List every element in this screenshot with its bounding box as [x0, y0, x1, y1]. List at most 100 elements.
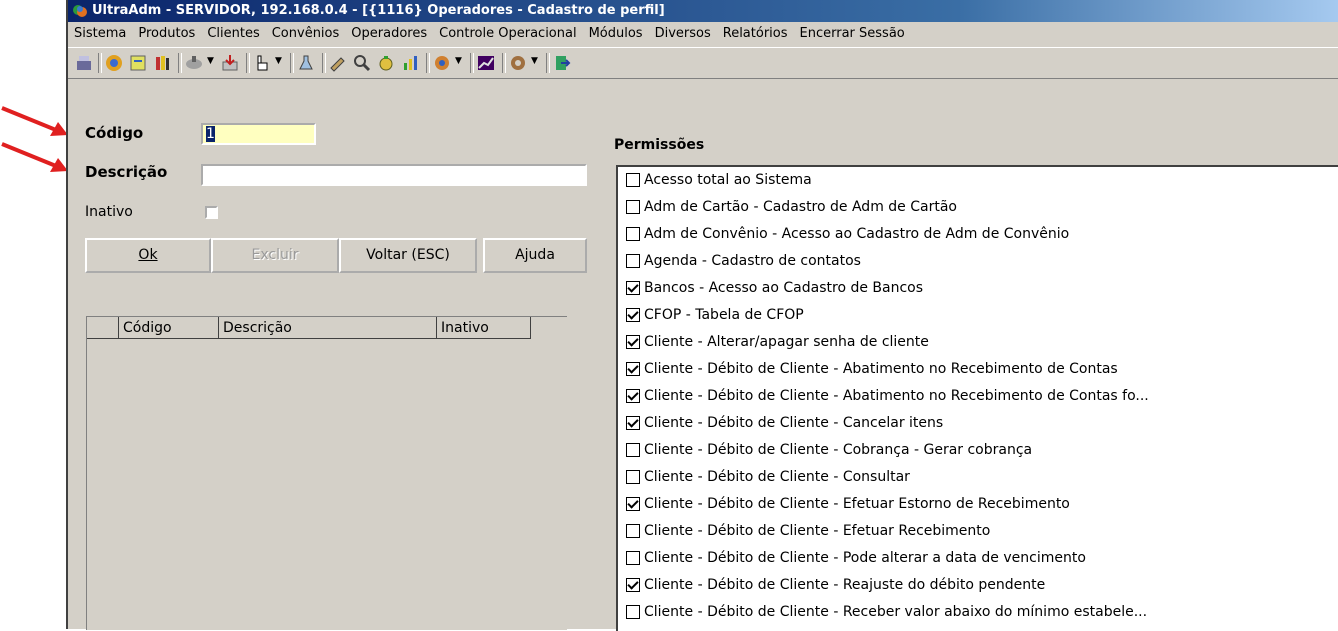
grid-header-inativo[interactable]: Inativo: [437, 317, 531, 339]
globe-icon[interactable]: [104, 53, 124, 73]
permission-checkbox[interactable]: [626, 227, 640, 241]
permission-label: Cliente - Débito de Cliente - Abatimento…: [644, 361, 1118, 377]
permission-item[interactable]: Acesso total ao Sistema: [618, 167, 1338, 194]
window-title: UltraAdm - SERVIDOR, 192.168.0.4 - [{111…: [92, 3, 665, 18]
ajuda-button[interactable]: Ajuda: [483, 238, 587, 273]
descricao-label: Descrição: [85, 163, 168, 181]
permission-label: Cliente - Débito de Cliente - Efetuar Es…: [644, 496, 1070, 512]
permission-label: Cliente - Débito de Cliente - Consultar: [644, 469, 910, 485]
permission-checkbox[interactable]: [626, 308, 640, 322]
tools-icon[interactable]: [432, 53, 452, 73]
menu-produtos[interactable]: Produtos: [132, 22, 201, 46]
app-window: UltraAdm - SERVIDOR, 192.168.0.4 - [{111…: [66, 0, 1338, 631]
menu-sistema[interactable]: Sistema: [68, 22, 132, 46]
permission-item[interactable]: Adm de Cartão - Cadastro de Adm de Cartã…: [618, 194, 1338, 221]
menu-modulos[interactable]: Módulos: [583, 22, 649, 46]
permission-item[interactable]: Cliente - Débito de Cliente - Efetuar Es…: [618, 491, 1338, 518]
excluir-button[interactable]: Excluir: [211, 238, 339, 273]
permission-item[interactable]: Cliente - Débito de Cliente - Cancelar i…: [618, 410, 1338, 437]
pencil-icon[interactable]: [328, 53, 348, 73]
permission-label: Cliente - Débito de Cliente - Cobrança -…: [644, 442, 1033, 458]
permission-label: Cliente - Débito de Cliente - Efetuar Re…: [644, 523, 991, 539]
permission-label: Cliente - Alterar/apagar senha de client…: [644, 334, 929, 350]
permission-item[interactable]: CFOP - Tabela de CFOP: [618, 302, 1338, 329]
permission-checkbox[interactable]: [626, 470, 640, 484]
hand-pointer-icon[interactable]: [252, 53, 272, 73]
permission-checkbox[interactable]: [626, 443, 640, 457]
menu-diversos[interactable]: Diversos: [649, 22, 717, 46]
menu-bar: Sistema Produtos Clientes Convênios Operador…: [68, 22, 1338, 46]
toolbar: ▼ ▼ ▼ ▼: [68, 47, 1338, 79]
codigo-field[interactable]: 1: [201, 123, 316, 145]
grid-header-codigo[interactable]: Código: [119, 317, 219, 339]
voltar-button[interactable]: Voltar (ESC): [339, 238, 477, 273]
download-box-icon[interactable]: [220, 53, 240, 73]
permission-item[interactable]: Cliente - Débito de Cliente - Efetuar Re…: [618, 518, 1338, 545]
permission-checkbox[interactable]: [626, 389, 640, 403]
exit-icon[interactable]: [552, 53, 572, 73]
flask-icon[interactable]: [296, 53, 316, 73]
permission-item[interactable]: Cliente - Débito de Cliente - Abatimento…: [618, 356, 1338, 383]
title-bar[interactable]: UltraAdm - SERVIDOR, 192.168.0.4 - [{111…: [68, 0, 1338, 22]
permission-label: Adm de Convênio - Acesso ao Cadastro de …: [644, 226, 1070, 242]
chevron-down-icon[interactable]: ▼: [207, 56, 214, 66]
permission-checkbox[interactable]: [626, 578, 640, 592]
permission-item[interactable]: Cliente - Débito de Cliente - Cobrança -…: [618, 437, 1338, 464]
permission-item[interactable]: Adm de Convênio - Acesso ao Cadastro de …: [618, 221, 1338, 248]
menu-clientes[interactable]: Clientes: [201, 22, 265, 46]
codigo-value: 1: [206, 126, 215, 142]
permission-checkbox[interactable]: [626, 281, 640, 295]
permission-label: Agenda - Cadastro de contatos: [644, 253, 861, 269]
menu-encerrar-sessao[interactable]: Encerrar Sessão: [794, 22, 911, 46]
permission-checkbox[interactable]: [626, 254, 640, 268]
permission-checkbox[interactable]: [626, 524, 640, 538]
menu-controle-operacional[interactable]: Controle Operacional: [433, 22, 582, 46]
permission-item[interactable]: Cliente - Alterar/apagar senha de client…: [618, 329, 1338, 356]
permission-item[interactable]: Cliente - Débito de Cliente - Consultar: [618, 464, 1338, 491]
inativo-label: Inativo: [85, 204, 133, 220]
permission-checkbox[interactable]: [626, 362, 640, 376]
inativo-checkbox[interactable]: [205, 206, 218, 219]
search-icon[interactable]: [352, 53, 372, 73]
money-bag-icon[interactable]: [376, 53, 396, 73]
permission-checkbox[interactable]: [626, 200, 640, 214]
chevron-down-icon[interactable]: ▼: [531, 56, 538, 66]
permission-label: Cliente - Débito de Cliente - Receber va…: [644, 604, 1148, 620]
settings-icon[interactable]: [508, 53, 528, 73]
menu-operadores[interactable]: Operadores: [345, 22, 433, 46]
permission-checkbox[interactable]: [626, 173, 640, 187]
permission-label: Acesso total ao Sistema: [644, 172, 812, 188]
permission-item[interactable]: Agenda - Cadastro de contatos: [618, 248, 1338, 275]
permission-checkbox[interactable]: [626, 416, 640, 430]
permission-item[interactable]: Bancos - Acesso ao Cadastro de Bancos: [618, 275, 1338, 302]
permission-label: Cliente - Débito de Cliente - Reajuste d…: [644, 577, 1046, 593]
menu-relatorios[interactable]: Relatórios: [717, 22, 794, 46]
chart-icon[interactable]: [400, 53, 420, 73]
permission-item[interactable]: Cliente - Débito de Cliente - Reajuste d…: [618, 572, 1338, 599]
cash-register-icon[interactable]: [74, 53, 94, 73]
permission-checkbox[interactable]: [626, 497, 640, 511]
annotation-arrow-descricao: [1, 142, 68, 172]
perfil-grid[interactable]: Código Descrição Inativo: [86, 316, 567, 630]
permission-item[interactable]: Cliente - Débito de Cliente - Receber va…: [618, 599, 1338, 626]
permission-checkbox[interactable]: [626, 335, 640, 349]
permission-label: Adm de Cartão - Cadastro de Adm de Cartã…: [644, 199, 957, 215]
grid-indicator-header: [87, 317, 119, 339]
descricao-field[interactable]: [201, 164, 587, 186]
permission-label: Bancos - Acesso ao Cadastro de Bancos: [644, 280, 924, 296]
chevron-down-icon[interactable]: ▼: [275, 56, 282, 66]
pen-tool-icon[interactable]: [184, 53, 204, 73]
ok-button[interactable]: Ok: [85, 238, 211, 273]
document-list-icon[interactable]: [128, 53, 148, 73]
permission-checkbox[interactable]: [626, 605, 640, 619]
permission-item[interactable]: Cliente - Débito de Cliente - Pode alter…: [618, 545, 1338, 572]
permission-item[interactable]: Cliente - Débito de Cliente - Abatimento…: [618, 383, 1338, 410]
menu-convenios[interactable]: Convênios: [266, 22, 346, 46]
permission-label: Cliente - Débito de Cliente - Pode alter…: [644, 550, 1086, 566]
bottles-icon[interactable]: [152, 53, 172, 73]
permission-checkbox[interactable]: [626, 551, 640, 565]
chevron-down-icon[interactable]: ▼: [455, 56, 462, 66]
grid-header-descricao[interactable]: Descrição: [219, 317, 437, 339]
permissoes-list[interactable]: Acesso total ao Sistema Adm de Cartão - C…: [616, 165, 1338, 631]
line-graph-icon[interactable]: [476, 53, 496, 73]
